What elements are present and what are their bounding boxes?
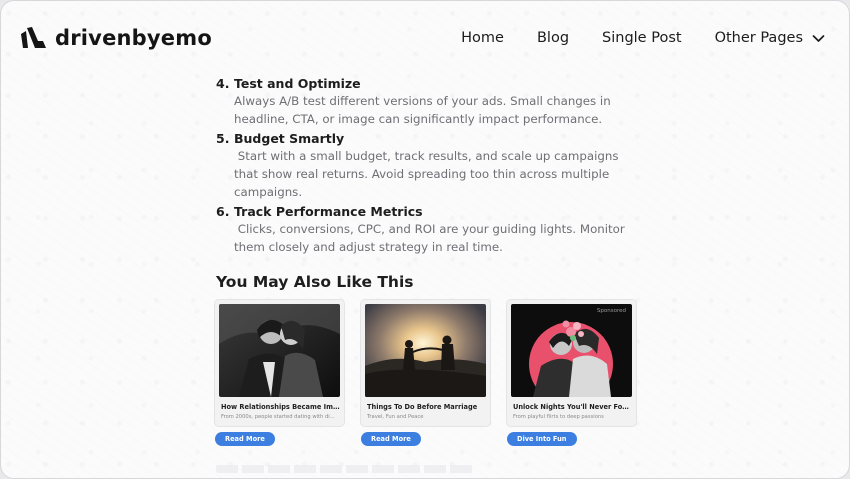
sponsored-badge: Sponsored <box>596 308 626 314</box>
card-image-sunset-couple[interactable] <box>365 304 486 397</box>
step-number: 5. <box>216 131 230 146</box>
step-title-text: Test and Optimize <box>234 76 361 91</box>
card-subtitle: Travel, Fun and Peace <box>367 414 424 420</box>
read-more-button[interactable]: Read More <box>215 432 275 446</box>
page-frame: drivenbyemo Home Blog Single Post Other … <box>0 0 850 479</box>
nav-home[interactable]: Home <box>461 30 504 46</box>
related-card[interactable]: Things To Do Before Marriage Travel, Fun… <box>361 300 490 446</box>
card-box: Things To Do Before Marriage Travel, Fun… <box>361 300 490 426</box>
card-image-couple-kiss-bw[interactable] <box>219 304 340 397</box>
step-title: 4. Test and Optimize <box>216 75 626 92</box>
brand[interactable]: drivenbyemo <box>21 26 212 50</box>
article-body: 4. Test and Optimize Always A/B test diff… <box>216 75 626 258</box>
step-title-text: Track Performance Metrics <box>234 204 423 219</box>
chevron-down-icon <box>812 34 825 42</box>
related-heading: You May Also Like This <box>216 273 414 291</box>
step-title: 6. Track Performance Metrics <box>216 203 626 220</box>
related-card[interactable]: How Relationships Became Impo... From 20… <box>215 300 344 446</box>
read-more-button[interactable]: Read More <box>361 432 421 446</box>
related-posts: How Relationships Became Impo... From 20… <box>215 300 636 446</box>
step-title-text: Budget Smartly <box>234 131 345 146</box>
step-number: 6. <box>216 204 230 219</box>
step-body: Clicks, conversions, CPC, and ROI are yo… <box>234 222 629 254</box>
card-title[interactable]: Things To Do Before Marriage <box>365 403 486 411</box>
step-body: Start with a small budget, track results… <box>234 149 623 199</box>
card-box: How Relationships Became Impo... From 20… <box>215 300 344 426</box>
step-title: 5. Budget Smartly <box>216 130 626 147</box>
dive-into-fun-button[interactable]: Dive Into Fun <box>507 432 577 446</box>
card-subtitle: From playful flirts to deep passions <box>513 414 604 420</box>
nav-other-pages-label: Other Pages <box>714 30 803 46</box>
photo-image <box>219 304 340 397</box>
step-body: Always A/B test different versions of yo… <box>234 94 615 126</box>
faded-text-below <box>216 465 476 473</box>
brand-logo-icon <box>21 27 46 48</box>
list-item: 4. Test and Optimize Always A/B test diff… <box>216 75 626 128</box>
main-nav: Home Blog Single Post Other Pages <box>461 30 825 46</box>
brand-name: drivenbyemo <box>55 26 212 50</box>
photo-image <box>365 304 486 397</box>
photo-image <box>511 304 632 397</box>
card-title[interactable]: Unlock Nights You'll Never Forget <box>511 403 632 411</box>
card-image-sponsored-couple[interactable]: Sponsored <box>511 304 632 397</box>
related-card[interactable]: Sponsored Unlock Nights You'll Never For… <box>507 300 636 446</box>
card-box: Sponsored Unlock Nights You'll Never For… <box>507 300 636 426</box>
site-header: drivenbyemo Home Blog Single Post Other … <box>1 1 849 75</box>
nav-blog[interactable]: Blog <box>537 30 569 46</box>
card-title[interactable]: How Relationships Became Impo... <box>219 403 340 411</box>
list-item: 5. Budget Smartly Start with a small budg… <box>216 130 626 201</box>
card-subtitle: From 2000s, people started dating with d… <box>221 414 335 420</box>
nav-single-post[interactable]: Single Post <box>602 30 682 46</box>
list-item: 6. Track Performance Metrics Clicks, conv… <box>216 203 626 256</box>
step-number: 4. <box>216 76 230 91</box>
nav-other-pages[interactable]: Other Pages <box>715 30 825 46</box>
